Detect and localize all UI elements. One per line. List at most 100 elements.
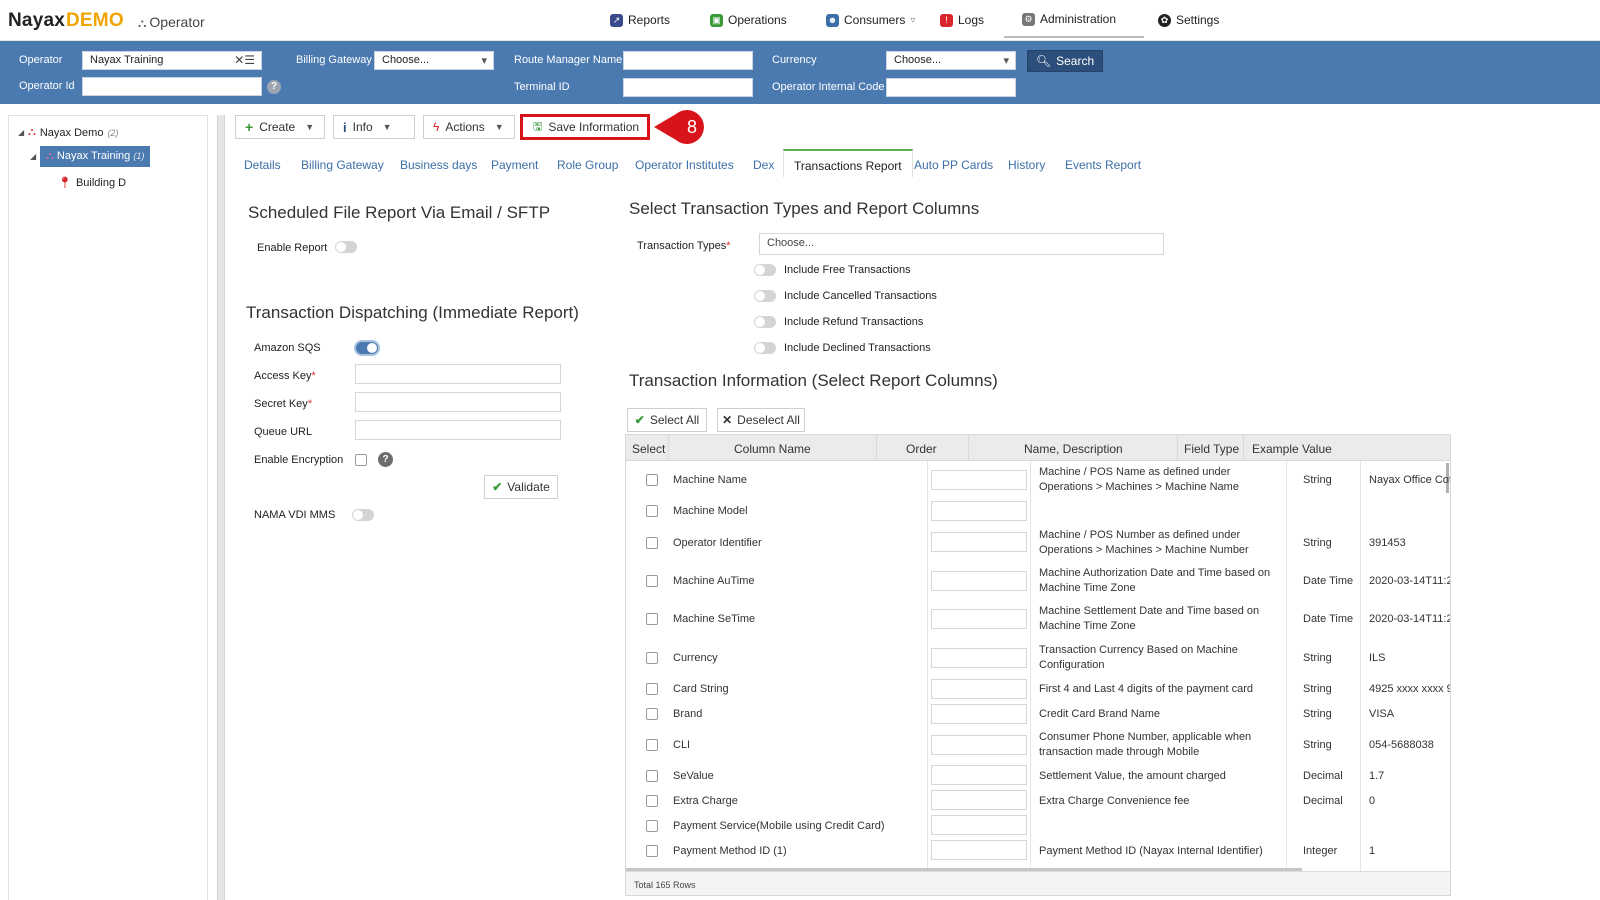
create-button[interactable]: + Create ▼: [235, 115, 325, 139]
row-example-value: VISA: [1369, 708, 1395, 720]
tab-billing-gateway[interactable]: Billing Gateway: [301, 158, 384, 172]
tab-transactions-report[interactable]: Transactions Report: [783, 149, 913, 177]
org-icon: ⛬: [28, 126, 36, 138]
queue-url-label: Queue URL: [254, 426, 313, 438]
settings-icon: ✿: [1158, 13, 1171, 27]
row-order-input[interactable]: [931, 501, 1027, 521]
row-select-checkbox[interactable]: [646, 652, 658, 664]
column-header-field-type[interactable]: Field Type: [1184, 442, 1239, 456]
operator-tree: [8, 115, 208, 900]
row-select-checkbox[interactable]: [646, 845, 658, 857]
tree-node-building-d[interactable]: 📍︎ Building D: [58, 176, 126, 190]
row-select-checkbox[interactable]: [646, 575, 658, 587]
column-header-column-name[interactable]: Column Name: [734, 442, 811, 456]
terminal-id-input[interactable]: [623, 78, 753, 97]
help-icon[interactable]: ?: [267, 80, 281, 94]
panel-splitter[interactable]: [217, 115, 225, 900]
include-refund-toggle[interactable]: [754, 316, 776, 328]
queue-url-input[interactable]: [355, 420, 561, 440]
row-order-input[interactable]: [931, 765, 1027, 785]
save-information-button[interactable]: 🖫 Save Information: [520, 114, 650, 140]
row-description: Machine / POS Name as defined under Oper…: [1039, 466, 1239, 493]
row-field-type: Decimal: [1303, 795, 1343, 807]
validate-button[interactable]: ✔ Validate: [484, 475, 558, 499]
include-cancelled-toggle[interactable]: [754, 290, 776, 302]
operator-id-input[interactable]: [82, 77, 262, 96]
row-order-input[interactable]: [931, 470, 1027, 490]
tab-operator-institutes[interactable]: Operator Institutes: [635, 158, 734, 172]
caret-down-icon[interactable]: ◢: [18, 128, 24, 137]
enable-report-toggle[interactable]: [335, 241, 357, 253]
tab-business-days[interactable]: Business days: [400, 158, 477, 172]
row-field-type: String: [1303, 537, 1332, 549]
column-header-select[interactable]: Select: [632, 442, 665, 456]
row-select-checkbox[interactable]: [646, 683, 658, 695]
info-button[interactable]: i Info ▼: [333, 115, 415, 139]
tab-history[interactable]: History: [1008, 158, 1045, 172]
nav-reports[interactable]: ↗ Reports: [610, 13, 670, 27]
actions-button[interactable]: ϟ Actions ▼: [423, 115, 515, 139]
help-icon[interactable]: ?: [378, 452, 393, 467]
clear-list-icon[interactable]: ✕☰: [234, 53, 255, 67]
enable-encryption-checkbox[interactable]: [355, 454, 367, 466]
row-field-type: String: [1303, 474, 1332, 486]
include-free-toggle[interactable]: [754, 264, 776, 276]
tree-node-selected[interactable]: ⛬ Nayax Training (1): [40, 146, 151, 167]
row-select-checkbox[interactable]: [646, 820, 658, 832]
operator-input[interactable]: Nayax Training ✕☰: [82, 51, 262, 70]
amazon-sqs-toggle[interactable]: [356, 342, 378, 354]
row-select-checkbox[interactable]: [646, 613, 658, 625]
deselect-all-button[interactable]: ✕ Deselect All: [717, 408, 805, 432]
nav-administration[interactable]: ⚙ Administration: [1004, 12, 1145, 38]
search-button[interactable]: 🔍︎ Search: [1027, 50, 1103, 72]
column-header-description[interactable]: Name, Description: [1024, 442, 1123, 456]
nav-consumers[interactable]: ☻ Consumers ▿: [826, 13, 915, 27]
row-example-value: 4925 xxxx xxxx 9!: [1369, 683, 1451, 695]
tab-payment[interactable]: Payment: [491, 158, 538, 172]
row-field-type: Integer: [1303, 845, 1338, 857]
scheduled-report-heading: Scheduled File Report Via Email / SFTP: [248, 203, 551, 222]
row-select-checkbox[interactable]: [646, 708, 658, 720]
tab-auto-pp-cards[interactable]: Auto PP Cards: [914, 158, 993, 172]
grid-divider: [927, 461, 928, 871]
tree-node-nayax-demo[interactable]: ◢ ⛬ Nayax Demo (2): [18, 126, 118, 139]
dropdown-arrow-icon: ▼: [494, 122, 504, 132]
currency-select[interactable]: Choose...: [886, 51, 1016, 70]
row-order-input[interactable]: [931, 532, 1027, 552]
row-order-input[interactable]: [931, 735, 1027, 755]
tab-dex[interactable]: Dex: [753, 158, 774, 172]
internal-code-input[interactable]: [886, 78, 1016, 97]
row-order-input[interactable]: [931, 840, 1027, 860]
row-order-input[interactable]: [931, 648, 1027, 668]
row-select-checkbox[interactable]: [646, 537, 658, 549]
row-select-checkbox[interactable]: [646, 770, 658, 782]
caret-down-icon[interactable]: ◢: [30, 152, 36, 161]
select-all-button[interactable]: ✔ Select All: [627, 408, 707, 432]
row-select-checkbox[interactable]: [646, 474, 658, 486]
row-order-input[interactable]: [931, 609, 1027, 629]
billing-gateway-select[interactable]: Choose...: [374, 51, 494, 70]
access-key-input[interactable]: [355, 364, 561, 384]
row-order-input[interactable]: [931, 679, 1027, 699]
tab-details[interactable]: Details: [244, 158, 281, 172]
row-order-input[interactable]: [931, 704, 1027, 724]
row-select-checkbox[interactable]: [646, 505, 658, 517]
secret-key-input[interactable]: [355, 392, 561, 412]
nav-logs[interactable]: ! Logs: [940, 13, 984, 27]
nav-settings[interactable]: ✿ Settings: [1158, 13, 1219, 27]
route-manager-input[interactable]: [623, 51, 753, 70]
tab-role-group[interactable]: Role Group: [557, 158, 618, 172]
row-select-checkbox[interactable]: [646, 795, 658, 807]
include-declined-toggle[interactable]: [754, 342, 776, 354]
row-order-input[interactable]: [931, 571, 1027, 591]
tree-node-nayax-training[interactable]: ◢ ⛬ Nayax Training (1): [30, 146, 151, 167]
column-header-example-value[interactable]: Example Value: [1252, 442, 1332, 456]
nama-vdi-mms-toggle[interactable]: [352, 509, 374, 521]
transaction-types-select[interactable]: Choose...: [759, 233, 1164, 255]
nav-operations[interactable]: ▣ Operations: [710, 13, 787, 27]
row-select-checkbox[interactable]: [646, 739, 658, 751]
row-order-input[interactable]: [931, 815, 1027, 835]
row-order-input[interactable]: [931, 790, 1027, 810]
column-header-order[interactable]: Order: [906, 442, 937, 456]
tab-events-report[interactable]: Events Report: [1065, 158, 1141, 172]
